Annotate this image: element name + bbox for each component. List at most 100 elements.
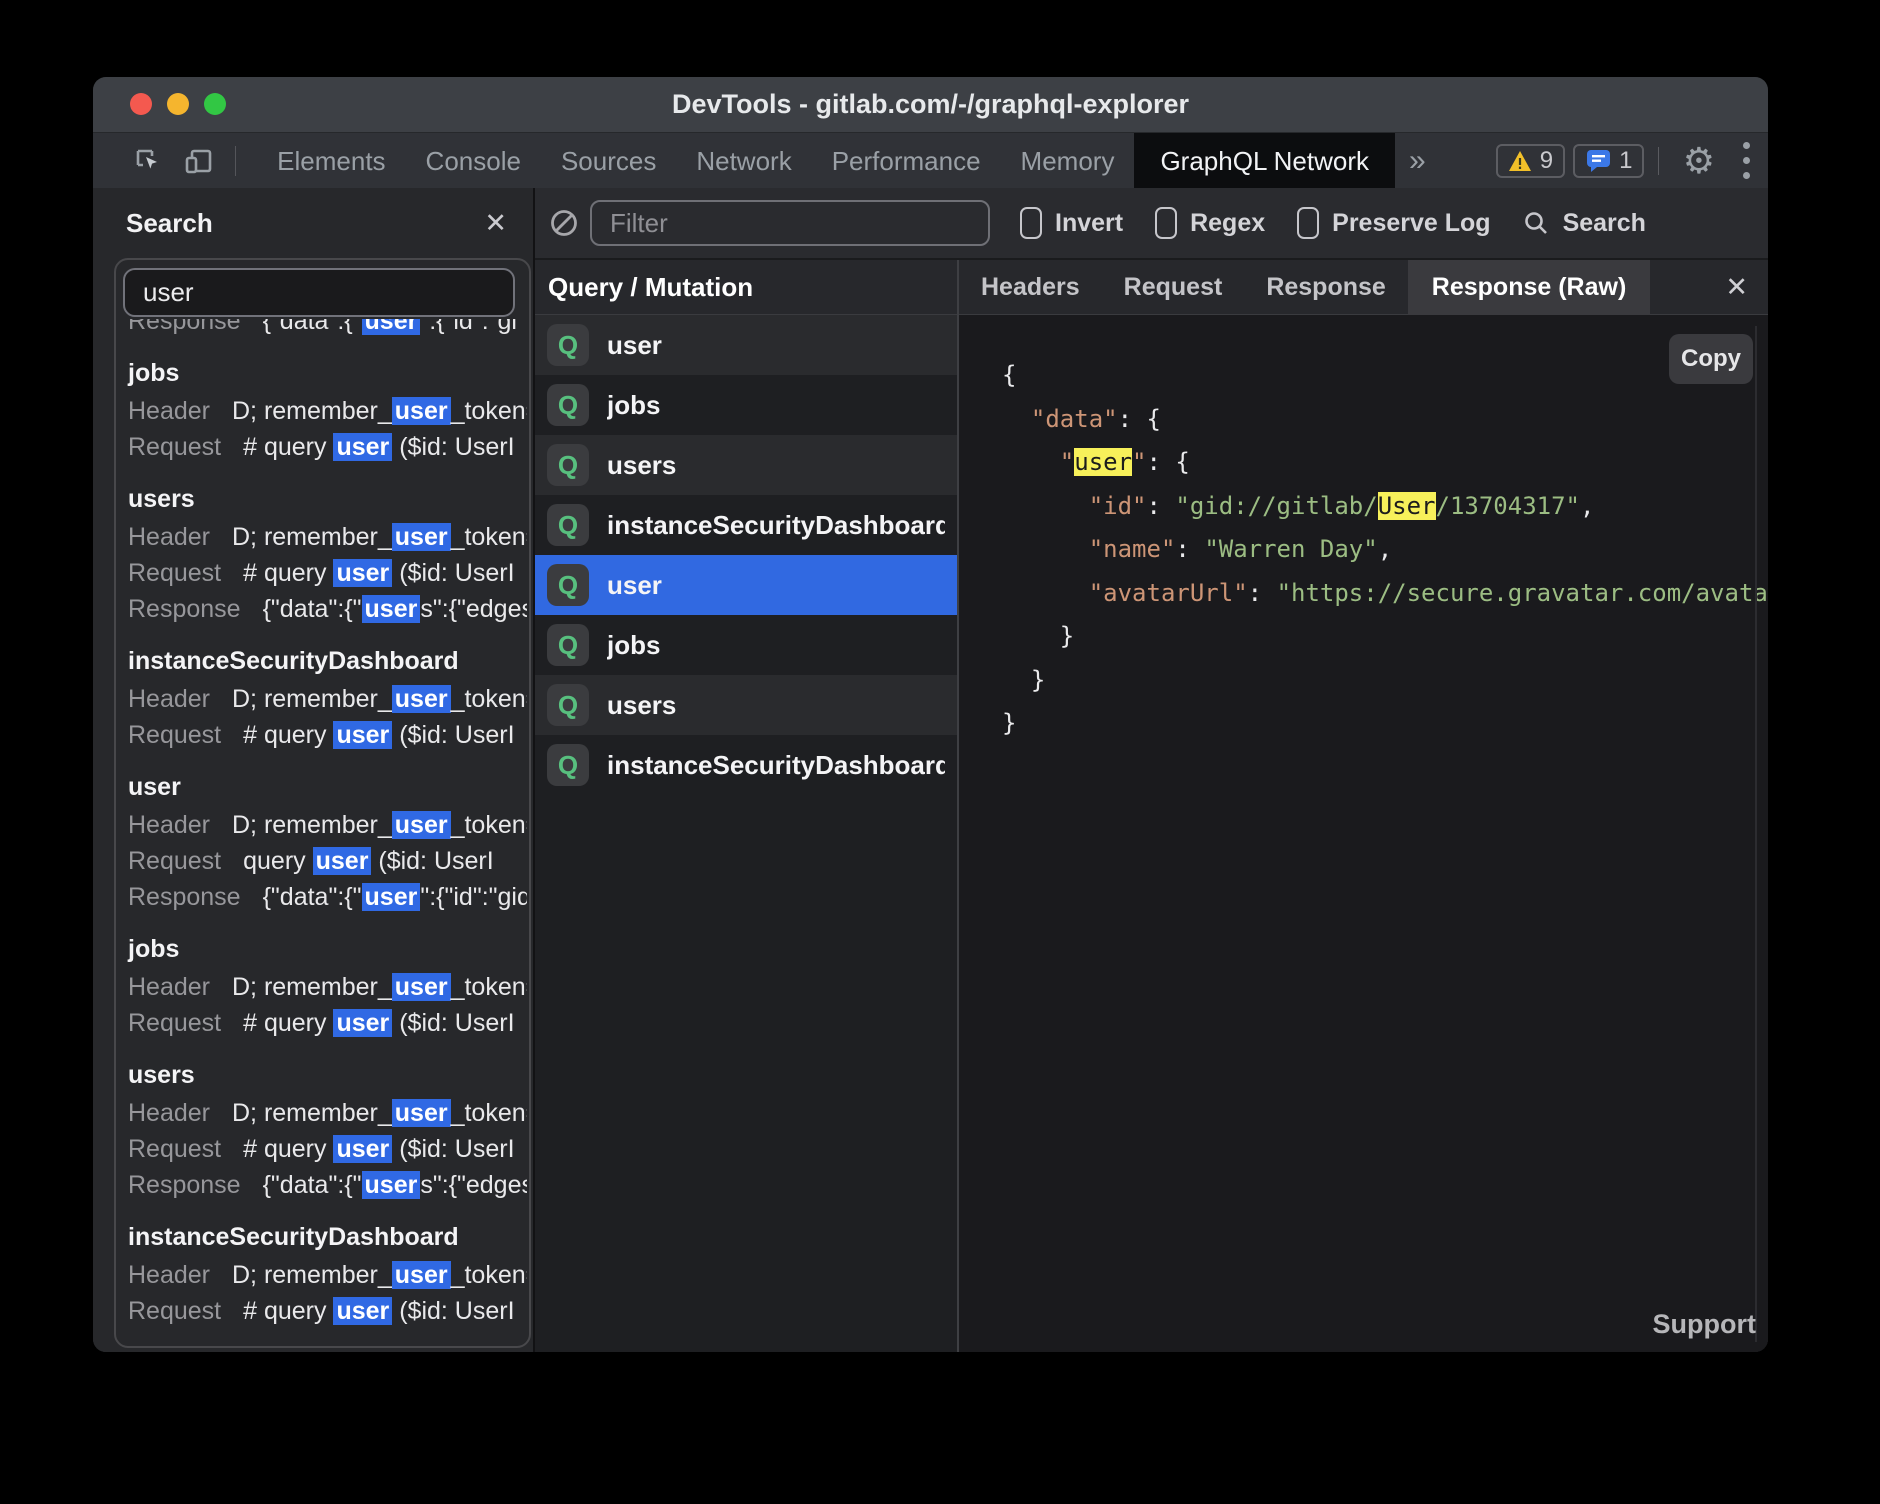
result-text: {"data":{" xyxy=(263,1171,362,1199)
filter-input[interactable] xyxy=(590,200,990,246)
search-result-row[interactable]: Request # query user ($id: UserI xyxy=(118,1131,527,1167)
option-regex[interactable]: Regex xyxy=(1155,207,1265,239)
more-options-kebab-icon[interactable] xyxy=(1743,142,1750,179)
match-highlight: user xyxy=(333,721,392,749)
search-input[interactable] xyxy=(123,268,515,317)
tab-sources[interactable]: Sources xyxy=(541,133,676,189)
query-row-label: users xyxy=(607,690,676,721)
search-button[interactable]: Search xyxy=(1523,209,1646,238)
match-highlight: user xyxy=(392,685,451,713)
maximize-window-button[interactable] xyxy=(204,93,226,115)
search-result-row[interactable]: Requestquery user ($id: UserI xyxy=(118,843,527,879)
option-preserve-log[interactable]: Preserve Log xyxy=(1297,207,1490,239)
close-search-icon[interactable]: ✕ xyxy=(484,208,507,239)
search-result-group: instanceSecurityDashboardHeaderD; rememb… xyxy=(118,1217,527,1329)
checkbox[interactable] xyxy=(1297,207,1319,239)
search-result-row[interactable]: Response{"data":{"user":{"id":"gid xyxy=(118,879,527,915)
result-value: # query user ($id: UserI xyxy=(243,1135,514,1163)
search-result-row[interactable]: Request# query user ($id: UserI xyxy=(118,555,527,591)
window-title: DevTools - gitlab.com/-/graphql-explorer xyxy=(93,77,1768,132)
match-highlight: user xyxy=(392,523,451,551)
search-result-group: userHeaderD; remember_user_token=eReques… xyxy=(118,767,527,915)
tab-network[interactable]: Network xyxy=(676,133,811,189)
query-row-users[interactable]: Qusers xyxy=(535,435,957,495)
result-group-title: users xyxy=(118,1055,527,1095)
search-result-row[interactable]: Request# query user ($id: UserI xyxy=(118,717,527,753)
query-row-user[interactable]: Quser xyxy=(535,555,957,615)
device-toolbar-icon[interactable] xyxy=(183,146,213,176)
result-value: D; remember_user_token=e xyxy=(232,685,527,713)
option-invert[interactable]: Invert xyxy=(1020,207,1123,239)
json-code: { "data": { "user": { "id": "gid://gitla… xyxy=(1002,354,1768,746)
query-row-instanceSecurityDashboard[interactable]: QinstanceSecurityDashboard xyxy=(535,495,957,555)
support-link[interactable]: Support xyxy=(1653,1309,1756,1340)
result-group-title: jobs xyxy=(118,353,527,393)
query-row-jobs[interactable]: Qjobs xyxy=(535,615,957,675)
query-row-user[interactable]: Quser xyxy=(535,315,957,375)
code-token: "name" xyxy=(1089,535,1176,563)
query-row-label: instanceSecurityDashboard xyxy=(607,510,945,541)
query-row-users[interactable]: Qusers xyxy=(535,675,957,735)
result-field-label: Request xyxy=(128,1009,221,1037)
code-token: : { xyxy=(1118,405,1161,433)
search-result-group: jobsHeaderD; remember_user_token=eReques… xyxy=(118,353,527,465)
search-result-row[interactable]: HeaderD; remember_user_token=e xyxy=(118,393,527,429)
close-window-button[interactable] xyxy=(130,93,152,115)
checkbox[interactable] xyxy=(1155,207,1177,239)
copy-button[interactable]: Copy xyxy=(1669,334,1753,384)
result-group-title: users xyxy=(118,479,527,519)
result-text: D; remember_ xyxy=(232,397,392,425)
tab-console[interactable]: Console xyxy=(406,133,541,189)
search-result-row[interactable]: Request# query user ($id: UserI xyxy=(118,1293,527,1329)
result-field-label: Request xyxy=(128,1297,221,1325)
detail-tab-response-raw[interactable]: Response (Raw) xyxy=(1408,260,1650,315)
query-row-jobs[interactable]: Qjobs xyxy=(535,375,957,435)
search-result-row[interactable]: Response{"data":{"users":{"edges xyxy=(118,1167,527,1203)
clear-log-icon[interactable] xyxy=(549,208,579,238)
tab-memory[interactable]: Memory xyxy=(1001,133,1135,189)
result-text: _token=e xyxy=(451,397,527,425)
detail-tab-response[interactable]: Response xyxy=(1244,260,1407,315)
minimize-window-button[interactable] xyxy=(167,93,189,115)
query-type-badge: Q xyxy=(547,384,589,426)
detail-tab-headers[interactable]: Headers xyxy=(959,260,1102,315)
result-field-label: Request xyxy=(128,847,221,875)
more-tabs-chevron[interactable]: » xyxy=(1409,144,1426,178)
detail-tab-request[interactable]: Request xyxy=(1102,260,1245,315)
search-result-group: instanceSecurityDashboard Header D; rememb… xyxy=(118,641,527,753)
tab-elements[interactable]: Elements xyxy=(257,133,405,189)
code-line: { xyxy=(1002,354,1768,398)
tab-graphql-network[interactable]: GraphQL Network xyxy=(1134,133,1395,189)
code-line: } xyxy=(1002,659,1768,703)
search-result-row[interactable]: HeaderD; remember_user_token=e xyxy=(118,807,527,843)
search-result-group: usersHeaderD; remember_user_token=eReque… xyxy=(118,1055,527,1203)
search-result-row[interactable]: HeaderD; remember_user_token=e xyxy=(118,1095,527,1131)
match-highlight: user xyxy=(362,595,421,623)
search-result-row[interactable]: HeaderD; remember_user_token=e xyxy=(118,969,527,1005)
search-result-row[interactable]: Request# query user ($id: UserI xyxy=(118,1005,527,1041)
search-result-row[interactable]: Request# query user ($id: UserI xyxy=(118,429,527,465)
warnings-badge[interactable]: 9 xyxy=(1496,144,1565,178)
tab-performance[interactable]: Performance xyxy=(812,133,1001,189)
search-result-row[interactable]: HeaderD; remember_user_token=e xyxy=(118,519,527,555)
close-detail-icon[interactable]: ✕ xyxy=(1725,272,1748,303)
search-result-row[interactable]: Header D; remember_user_token=e xyxy=(118,681,527,717)
search-match-highlight: user xyxy=(1074,448,1132,476)
result-text: ($id: UserI xyxy=(392,1135,514,1163)
result-field-label: Header xyxy=(128,685,210,713)
search-result-row[interactable]: Response{"data":{"users":{"edges xyxy=(118,591,527,627)
match-highlight: user xyxy=(362,319,421,335)
result-group-title: instanceSecurityDashboard xyxy=(118,641,527,681)
issues-badge[interactable]: 1 xyxy=(1573,144,1644,178)
query-row-instanceSecurityDashboard[interactable]: QinstanceSecurityDashboard xyxy=(535,735,957,795)
result-field-label: Request xyxy=(128,1135,221,1163)
inspect-element-icon[interactable] xyxy=(133,146,163,176)
match-highlight: user xyxy=(392,973,451,1001)
query-type-badge: Q xyxy=(547,624,589,666)
settings-gear-icon[interactable]: ⚙ xyxy=(1683,133,1715,189)
result-value: {"data":{"user":{"id":"gi xyxy=(263,319,517,335)
search-result-row[interactable]: Response{"data":{"user":{"id":"gi xyxy=(118,319,527,339)
search-result-row[interactable]: HeaderD; remember_user_token=e xyxy=(118,1257,527,1293)
scrollbar-track[interactable] xyxy=(1755,326,1757,1342)
checkbox[interactable] xyxy=(1020,207,1042,239)
